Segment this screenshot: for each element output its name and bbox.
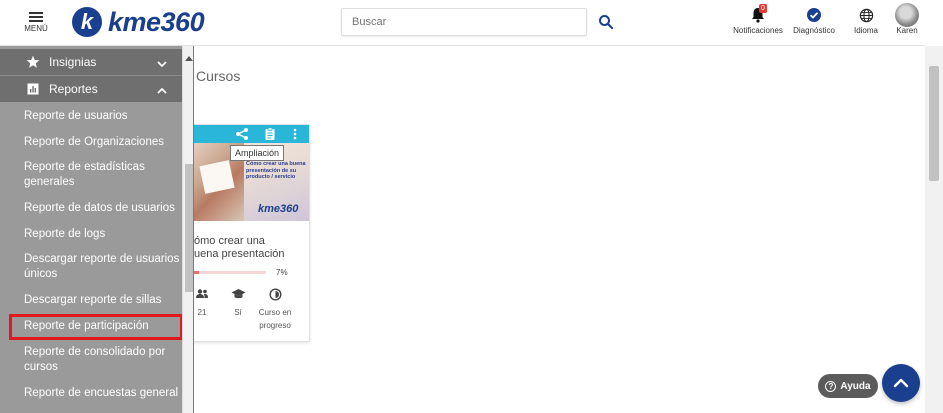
hamburger-icon xyxy=(29,12,43,22)
check-circle-icon xyxy=(807,8,821,22)
sidebar-item-reporte-consolidado[interactable]: Reporte de consolidado por cursos xyxy=(24,345,182,375)
sidebar-item-reporte-encuestas[interactable]: Reporte de encuestas general xyxy=(24,386,182,401)
logo-text: kme360 xyxy=(108,6,205,37)
highlight-box xyxy=(9,314,183,340)
course-progress-bar xyxy=(194,271,266,274)
sidebar-item-reporte-organizaciones[interactable]: Reporte de Organizaciones xyxy=(24,135,182,150)
diagnostic-label: Diagnóstico xyxy=(793,26,835,35)
user-name: Karen xyxy=(896,26,918,35)
share-icon[interactable] xyxy=(235,127,249,141)
chevron-up-icon xyxy=(893,378,909,388)
search-icon[interactable] xyxy=(597,13,615,31)
sidebar-item-reporte-sillas[interactable]: Descargar reporte de sillas xyxy=(24,293,182,308)
chevron-up-icon xyxy=(157,84,167,98)
clipboard-icon[interactable] xyxy=(263,127,277,141)
bar-chart-icon xyxy=(25,81,41,97)
star-icon xyxy=(25,54,41,70)
more-vert-icon[interactable] xyxy=(288,127,302,141)
page-scrollbar-thumb[interactable] xyxy=(929,66,939,181)
notifications-label: Notificaciones xyxy=(733,26,783,35)
page-scrollbar[interactable] xyxy=(925,46,943,413)
sidebar-item-reporte-estadisticas[interactable]: Reporte de estadísticas generales xyxy=(24,160,182,190)
globe-icon xyxy=(859,8,873,22)
stat-certificate: Sí xyxy=(226,287,250,319)
sidebar-item-reporte-datos-usuarios[interactable]: Reporte de datos de usuarios xyxy=(24,201,182,216)
notifications-badge: 0 xyxy=(759,4,767,13)
search-input[interactable] xyxy=(342,9,586,35)
language-button[interactable]: Idioma xyxy=(848,4,884,35)
sidebar-section-insignias[interactable]: Insignias xyxy=(0,49,182,75)
help-label: Ayuda xyxy=(840,380,871,392)
notifications-button[interactable]: 0 Notificaciones xyxy=(728,4,788,35)
top-header: MENÚ k kme360 0 Notificaciones Diagnósti… xyxy=(0,0,925,46)
stat-status-value: Curso en progreso xyxy=(258,308,292,330)
sidebar-section-reportes[interactable]: Reportes xyxy=(0,76,182,102)
logo-mark: k xyxy=(72,7,102,37)
course-title[interactable]: ómo crear una uena presentación xyxy=(194,235,309,261)
progress-circle-icon xyxy=(252,287,298,301)
stat-certificate-value: Sí xyxy=(234,308,242,317)
card-toolbar xyxy=(184,125,309,143)
chevron-down-icon xyxy=(157,57,167,71)
user-menu[interactable]: Karen xyxy=(889,3,925,35)
question-icon: ? xyxy=(825,380,837,392)
sidebar-item-reporte-logs[interactable]: Reporte de logs xyxy=(24,227,182,242)
stat-status: Curso en progreso xyxy=(252,287,298,332)
sidebar-scrollbar[interactable] xyxy=(182,46,193,413)
help-button[interactable]: ? Ayuda xyxy=(818,374,878,398)
sidebar: Insignias Reportes Reporte de usuarios R… xyxy=(0,46,194,413)
course-progress-label: 7% xyxy=(276,268,288,277)
image-logo: kme360 xyxy=(258,203,299,215)
logo[interactable]: k kme360 xyxy=(72,4,205,40)
tooltip: Ampliación xyxy=(230,145,285,161)
sidebar-section-label: Reportes xyxy=(49,82,98,96)
avatar xyxy=(895,3,919,27)
sidebar-section-label: Insignias xyxy=(49,55,97,69)
sidebar-item-reporte-usuarios[interactable]: Reporte de usuarios xyxy=(24,109,182,124)
scroll-top-button[interactable] xyxy=(882,364,920,402)
sidebar-scrollbar-thumb[interactable] xyxy=(185,164,193,292)
graduation-cap-icon xyxy=(226,287,250,301)
menu-button[interactable]: MENÚ xyxy=(18,8,54,38)
image-caption: Cómo crear una buena presentación de su … xyxy=(246,161,306,180)
scroll-up-arrow-icon[interactable] xyxy=(185,56,193,61)
search-box xyxy=(341,8,587,36)
language-label: Idioma xyxy=(853,26,878,35)
course-progress-fill xyxy=(194,271,200,274)
sidebar-item-reporte-usuarios-unicos[interactable]: Descargar reporte de usuarios únicos xyxy=(24,252,182,282)
diagnostic-button[interactable]: Diagnóstico xyxy=(789,4,839,35)
page-title: Cursos xyxy=(196,68,241,84)
menu-label: MENÚ xyxy=(24,24,48,33)
